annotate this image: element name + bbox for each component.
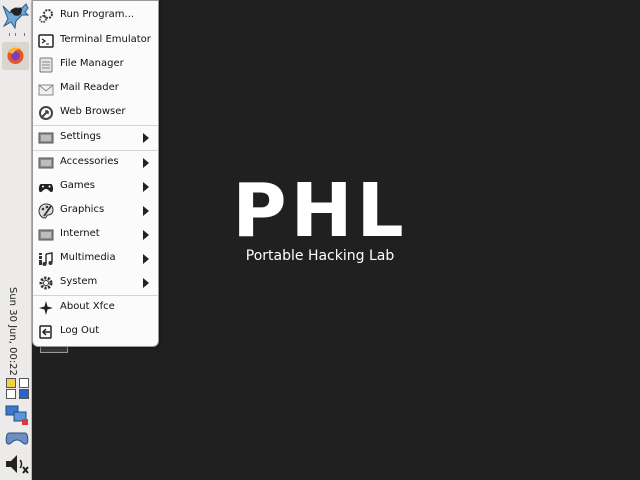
- menu-item-label: System: [60, 276, 98, 287]
- panel-clock[interactable]: Sun 30 Jun, 00:22: [7, 287, 18, 376]
- menu-item-mail-reader[interactable]: Mail Reader: [33, 78, 158, 100]
- menu-item-file-manager[interactable]: File Manager: [33, 54, 158, 76]
- menu-item-label: Log Out: [60, 325, 100, 336]
- menu-item-games[interactable]: Games: [33, 176, 158, 198]
- terminal-icon: [38, 34, 54, 48]
- menu-item-graphics[interactable]: Graphics: [33, 200, 158, 222]
- xfce-mouse-icon: [2, 3, 30, 30]
- workspace-switcher[interactable]: [5, 377, 29, 399]
- logout-icon: [39, 325, 52, 339]
- menu-item-internet[interactable]: Internet: [33, 224, 158, 246]
- submenu-arrow-icon: [143, 278, 149, 288]
- panel-handle[interactable]: [9, 33, 25, 36]
- menu-separator: [33, 150, 158, 151]
- menu-item-multimedia[interactable]: Multimedia: [33, 248, 158, 270]
- firefox-icon: [7, 47, 24, 64]
- gears-icon: [39, 9, 53, 23]
- desktop-logo: PHL Portable Hacking Lab: [230, 172, 410, 264]
- menu-item-label: Run Program...: [60, 9, 135, 20]
- submenu-arrow-icon: [143, 133, 149, 143]
- workspace-1[interactable]: [6, 378, 16, 388]
- submenu-arrow-icon: [143, 230, 149, 240]
- menu-item-run-program[interactable]: Run Program...: [33, 5, 158, 27]
- workspace-4[interactable]: [19, 389, 29, 399]
- menu-item-label: Accessories: [60, 156, 119, 167]
- menu-item-label: Graphics: [60, 204, 105, 215]
- file-manager-icon: [39, 57, 53, 73]
- menu-item-label: File Manager: [60, 58, 124, 69]
- workspace-2[interactable]: [19, 378, 29, 388]
- submenu-arrow-icon: [143, 254, 149, 264]
- menu-item-label: Internet: [60, 228, 100, 239]
- menu-item-about-xfce[interactable]: About Xfce: [33, 297, 158, 319]
- workspace-3[interactable]: [6, 389, 16, 399]
- menu-item-label: Mail Reader: [60, 82, 119, 93]
- volume-muted-icon[interactable]: [4, 452, 30, 476]
- menu-item-web-browser[interactable]: Web Browser: [33, 102, 158, 124]
- logo-title: PHL: [232, 168, 408, 254]
- menu-item-label: Settings: [60, 131, 102, 142]
- submenu-arrow-icon: [143, 182, 149, 192]
- sparkle-icon: [39, 301, 53, 315]
- gear-icon: [39, 276, 53, 290]
- menu-item-label: Multimedia: [60, 252, 116, 263]
- logo-subtitle: Portable Hacking Lab: [245, 248, 395, 264]
- firefox-launcher[interactable]: [2, 42, 29, 70]
- menu-item-label: About Xfce: [60, 301, 115, 312]
- menu-item-settings[interactable]: Settings: [33, 127, 158, 149]
- internet-icon: [38, 229, 54, 241]
- menu-separator: [33, 295, 158, 296]
- menu-item-label: Web Browser: [60, 106, 126, 117]
- mail-icon: [38, 84, 54, 96]
- music-icon: [39, 252, 53, 266]
- menu-item-log-out[interactable]: Log Out: [33, 321, 158, 343]
- menu-item-system[interactable]: System: [33, 272, 158, 294]
- side-panel: Sun 30 Jun, 00:22: [0, 0, 32, 480]
- web-browser-icon: [39, 106, 53, 120]
- applications-menu-button[interactable]: [2, 2, 30, 30]
- menu-item-label: Terminal Emulator: [60, 34, 151, 45]
- applications-menu: Run Program... Terminal Emulator File Ma…: [32, 0, 159, 347]
- menu-separator: [33, 125, 158, 126]
- network-icon[interactable]: [5, 403, 29, 425]
- accessories-icon: [38, 157, 54, 169]
- settings-icon: [38, 132, 54, 144]
- palette-icon: [38, 203, 54, 219]
- submenu-arrow-icon: [143, 158, 149, 168]
- gamepad-icon: [38, 184, 54, 193]
- gamepad-icon[interactable]: [5, 427, 29, 447]
- submenu-arrow-icon: [143, 206, 149, 216]
- menu-item-terminal-emulator[interactable]: Terminal Emulator: [33, 30, 158, 52]
- menu-item-label: Games: [60, 180, 95, 191]
- menu-item-accessories[interactable]: Accessories: [33, 152, 158, 174]
